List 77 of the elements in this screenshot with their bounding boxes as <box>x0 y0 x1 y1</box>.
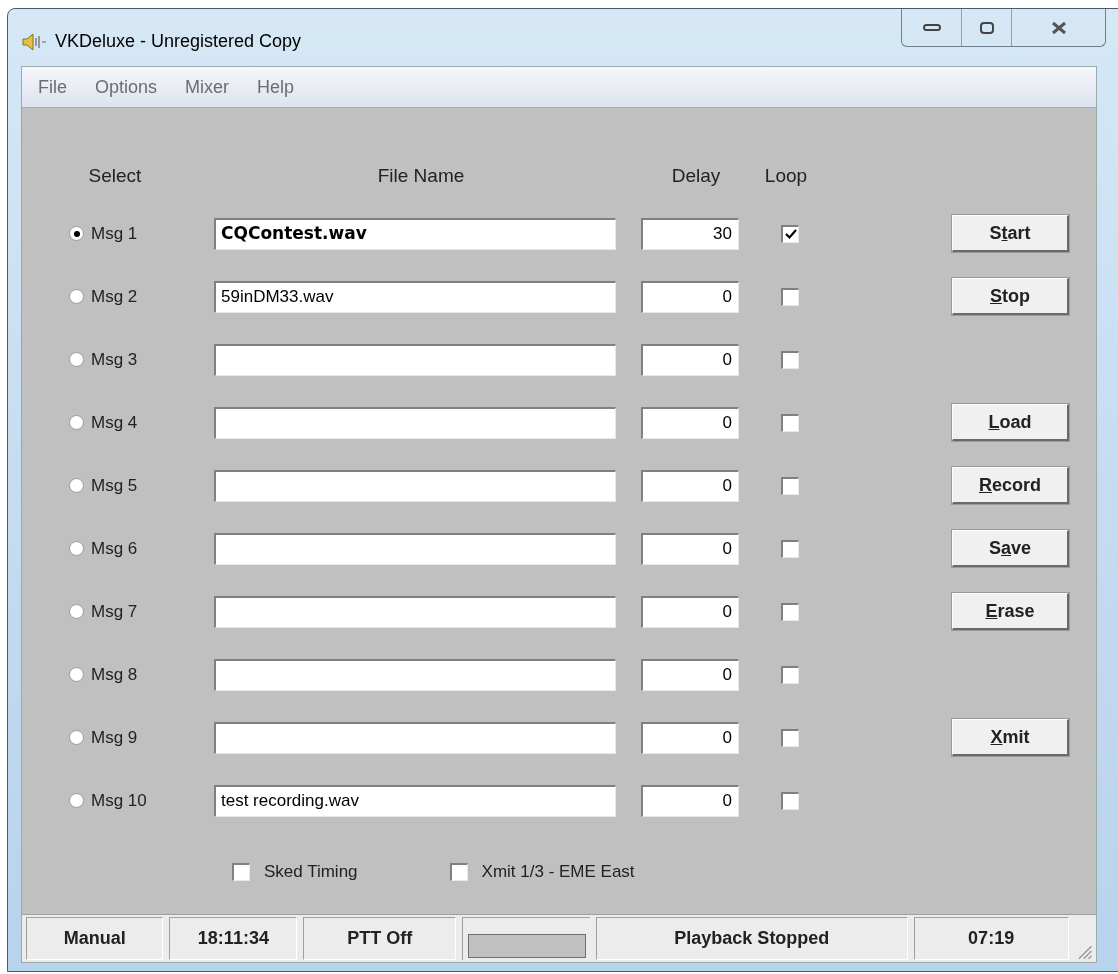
radio-button[interactable] <box>69 226 84 241</box>
option-checkbox[interactable] <box>449 863 468 881</box>
radio-button[interactable] <box>69 478 84 493</box>
file-name-field[interactable]: 59inDM33.wav <box>214 280 616 313</box>
file-name-field[interactable] <box>214 343 616 376</box>
file-name-field[interactable] <box>214 595 616 628</box>
loop-checkbox[interactable] <box>781 350 799 369</box>
menu-item[interactable]: Help <box>257 73 295 101</box>
delay-field[interactable]: 0 <box>641 658 739 691</box>
action-button[interactable]: Record <box>952 467 1069 504</box>
loop-checkbox[interactable] <box>781 665 799 684</box>
radio-button[interactable] <box>69 667 84 682</box>
status-panel: 18:11:34 <box>169 917 298 960</box>
file-name-field[interactable] <box>214 469 616 502</box>
message-label: Msg 2 <box>91 285 139 308</box>
column-header: Delay <box>670 163 722 188</box>
radio-button[interactable] <box>69 730 84 745</box>
loop-checkbox[interactable] <box>781 791 799 810</box>
message-label: Msg 3 <box>91 348 139 371</box>
delay-field[interactable]: 0 <box>641 721 739 754</box>
option-label: Xmit 1/3 - EME East <box>481 861 635 884</box>
delay-field[interactable]: 0 <box>641 406 739 439</box>
action-button[interactable]: Stop <box>952 278 1069 315</box>
file-name-field[interactable] <box>214 658 616 691</box>
file-name-field[interactable] <box>214 406 616 439</box>
column-header: Select <box>87 163 143 188</box>
file-name-field[interactable]: CQContest.wav <box>214 217 616 250</box>
file-name-field[interactable]: test recording.wav <box>214 784 616 817</box>
message-label: Msg 4 <box>91 411 139 434</box>
message-label: Msg 7 <box>91 600 139 623</box>
radio-button[interactable] <box>69 352 84 367</box>
loop-checkbox[interactable] <box>781 287 799 306</box>
column-header: File Name <box>376 163 466 188</box>
radio-button[interactable] <box>69 793 84 808</box>
radio-button[interactable] <box>69 604 84 619</box>
action-button[interactable]: Xmit <box>952 719 1069 756</box>
delay-field[interactable]: 0 <box>641 280 739 313</box>
action-button[interactable]: Erase <box>952 593 1069 630</box>
option-checkbox[interactable] <box>232 863 250 881</box>
status-panel: PTT Off <box>303 917 457 960</box>
loop-checkbox[interactable] <box>781 476 799 495</box>
column-header: Loop <box>763 163 809 188</box>
file-name-field[interactable] <box>214 721 616 754</box>
radio-button[interactable] <box>69 415 84 430</box>
delay-field[interactable]: 0 <box>641 532 739 565</box>
message-label: Msg 9 <box>91 726 139 749</box>
action-button[interactable]: Load <box>952 404 1069 441</box>
delay-field[interactable]: 30 <box>641 217 739 250</box>
loop-checkbox[interactable] <box>781 224 799 243</box>
status-panel: Playback Stopped <box>596 917 908 960</box>
menu-item[interactable]: Mixer <box>185 73 230 101</box>
action-button[interactable]: Save <box>952 530 1069 567</box>
loop-checkbox[interactable] <box>781 602 799 621</box>
file-name-field[interactable] <box>214 532 616 565</box>
message-label: Msg 6 <box>91 537 139 560</box>
status-panel: 07:19 <box>913 917 1069 960</box>
radio-button[interactable] <box>69 289 84 304</box>
menu-item[interactable]: File <box>38 73 67 101</box>
delay-field[interactable]: 0 <box>641 343 739 376</box>
loop-checkbox[interactable] <box>781 539 799 558</box>
option-label: Sked Timing <box>264 861 358 884</box>
loop-checkbox[interactable] <box>781 413 799 432</box>
delay-field[interactable]: 0 <box>641 469 739 502</box>
delay-field[interactable]: 0 <box>641 595 739 628</box>
status-panel: Manual <box>26 917 164 960</box>
action-button[interactable]: Start <box>952 215 1069 252</box>
message-label: Msg 5 <box>91 474 139 497</box>
message-label: Msg 10 <box>91 789 148 812</box>
window-title: VKDeluxe - Unregistered Copy <box>55 30 302 53</box>
message-label: Msg 8 <box>91 663 139 686</box>
radio-button[interactable] <box>69 541 84 556</box>
speaker-icon <box>21 31 47 52</box>
menu-item[interactable]: Options <box>95 73 158 101</box>
message-label: Msg 1 <box>91 222 139 245</box>
loop-checkbox[interactable] <box>781 728 799 747</box>
delay-field[interactable]: 0 <box>641 784 739 817</box>
close-icon <box>1049 20 1068 35</box>
